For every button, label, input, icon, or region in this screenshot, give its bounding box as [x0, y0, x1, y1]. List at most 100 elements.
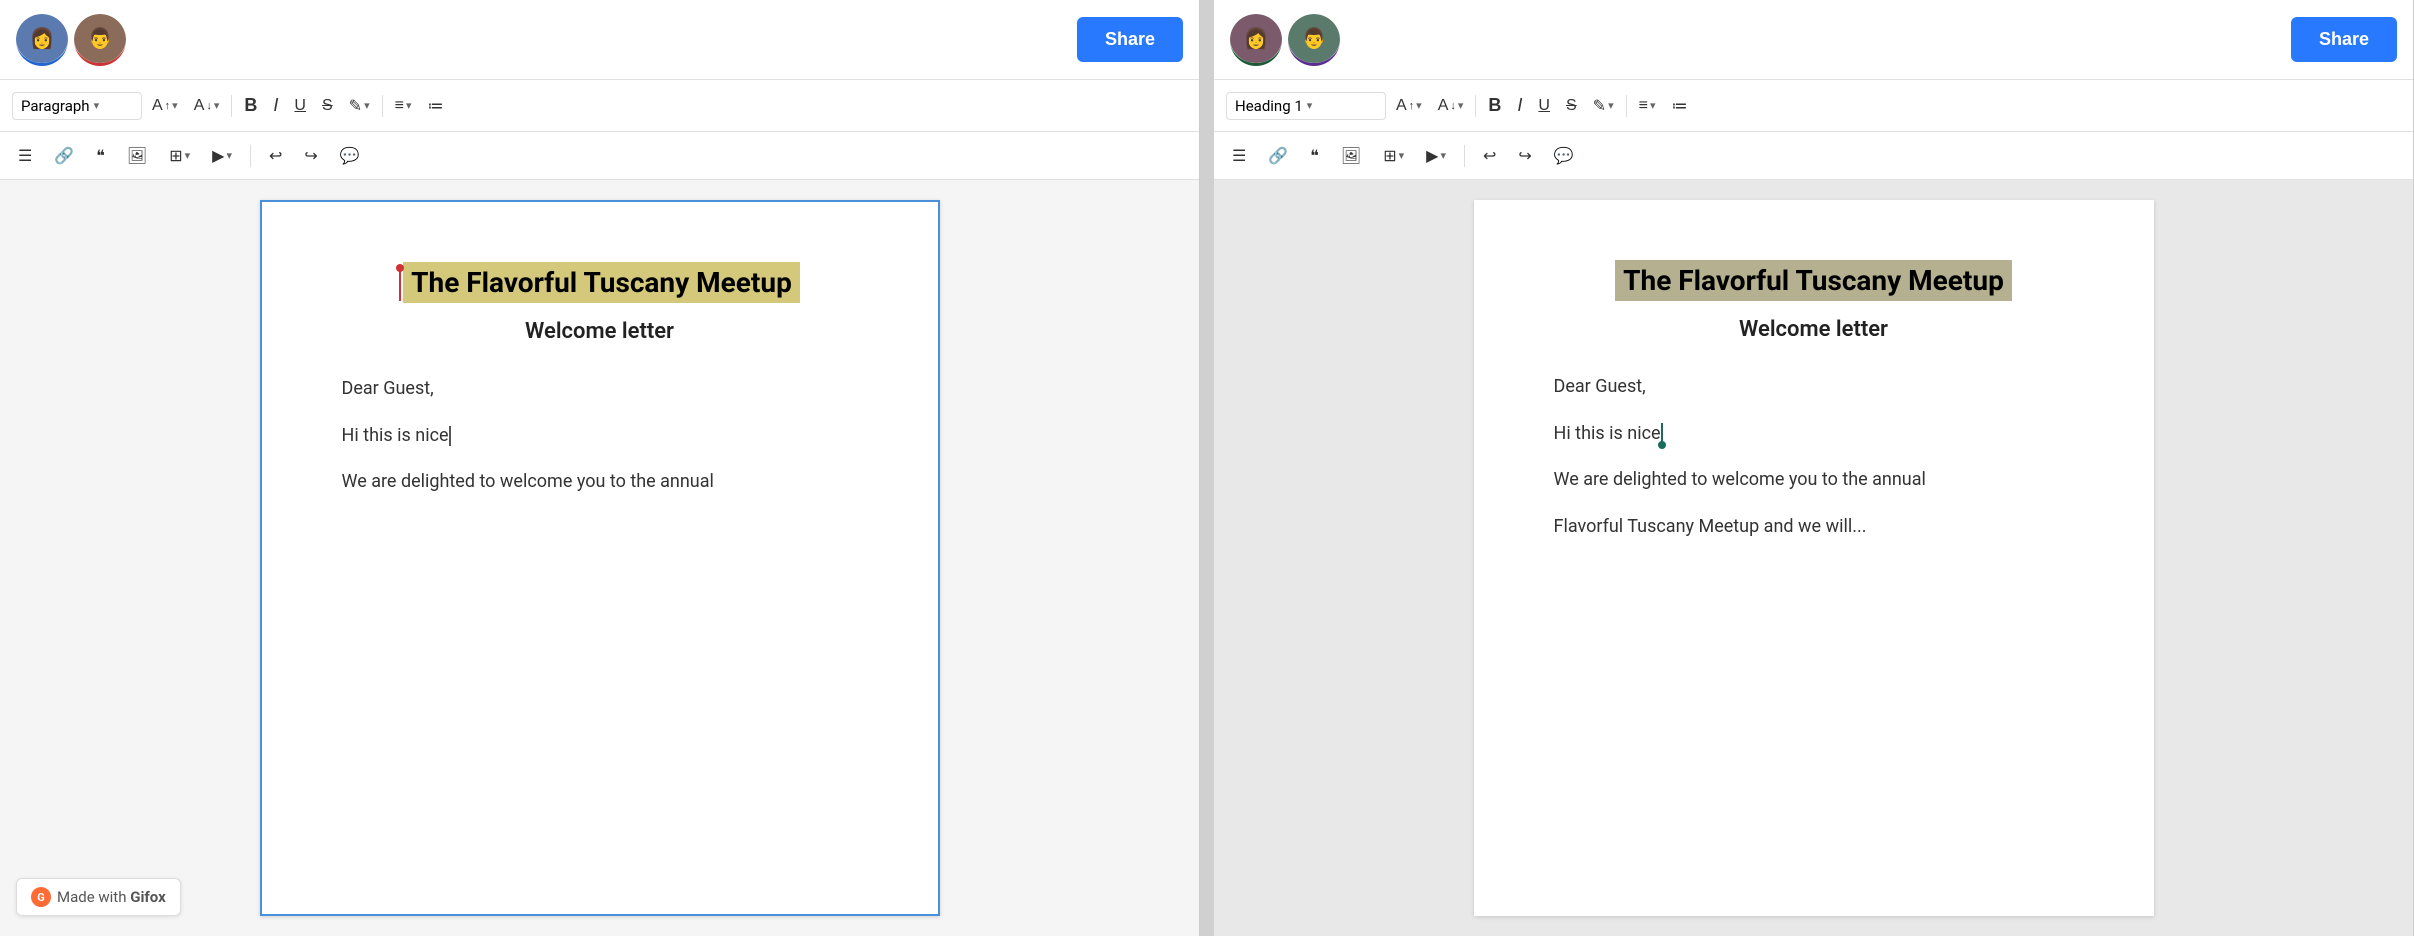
right-comment-button[interactable]: 💬 [1548, 142, 1580, 170]
chevron-icon3: ▾ [364, 99, 370, 112]
right-bold-button[interactable]: B [1482, 91, 1507, 120]
avatar-user3: 👩 [1230, 14, 1282, 66]
list-ordered-icon: ≔ [427, 96, 443, 116]
left-document[interactable]: The Flavorful Tuscany Meetup Welcome let… [260, 200, 940, 916]
chevron-icon: ▾ [172, 99, 178, 112]
left-editor-panel: 👩 👨 Share Paragraph ▾ A ↑ ▾ A ↓ ▾ B I U … [0, 0, 1200, 936]
redo-button[interactable]: ↪ [298, 142, 323, 170]
right-editor-content[interactable]: The Flavorful Tuscany Meetup Welcome let… [1214, 180, 2413, 936]
cursor-red [399, 268, 401, 302]
bold-button[interactable]: B [238, 91, 263, 120]
font-size-up-button[interactable]: A ↑ ▾ [146, 93, 184, 119]
right-font-size-up-button[interactable]: A ↑ ▾ [1390, 93, 1428, 119]
cursor-teal [1661, 423, 1663, 445]
table-icon: ⊞ [169, 146, 182, 166]
right-undo-button[interactable]: ↩ [1477, 142, 1502, 170]
table-button[interactable]: ⊞ ▾ [163, 142, 196, 170]
right-top-toolbar: 👩 👨 Share [1214, 0, 2413, 80]
divider-3 [250, 145, 251, 167]
media-button[interactable]: ▶ ▾ [206, 142, 238, 170]
chevron-icon6: ▾ [226, 149, 232, 162]
right-highlight-button[interactable]: ✎ ▾ [1587, 92, 1620, 120]
comment-button[interactable]: 💬 [334, 142, 366, 170]
right-table-button[interactable]: ⊞ ▾ [1377, 142, 1410, 170]
left-share-button[interactable]: Share [1077, 17, 1183, 62]
image-icon: 🖼 [127, 146, 147, 166]
strikethrough-button[interactable]: S [316, 93, 339, 119]
right-chevron-icon: ▾ [1416, 99, 1422, 112]
left-format-toolbar: Paragraph ▾ A ↑ ▾ A ↓ ▾ B I U S ✎ ▾ ≡ ▾ … [0, 80, 1199, 132]
right-redo-icon: ↪ [1518, 146, 1531, 166]
left-editor-content[interactable]: The Flavorful Tuscany Meetup Welcome let… [0, 180, 1199, 936]
avatar-user1: 👩 [16, 14, 68, 66]
italic-button[interactable]: I [267, 91, 284, 120]
right-align-button[interactable]: ≡ ▾ [1633, 93, 1662, 119]
chevron-icon5: ▾ [185, 149, 191, 162]
left-top-toolbar: 👩 👨 Share [0, 0, 1199, 80]
style-select-label: Paragraph [21, 97, 90, 115]
undo-button[interactable]: ↩ [263, 142, 288, 170]
left-heading-text: The Flavorful Tuscany Meetup [403, 262, 800, 303]
left-extra-toolbar: ☰ 🔗 ❝ 🖼 ⊞ ▾ ▶ ▾ ↩ ↪ 💬 [0, 132, 1199, 180]
media-icon: ▶ [212, 146, 224, 166]
right-list-ordered-button[interactable]: ≔ [1665, 92, 1693, 120]
redo-icon: ↪ [304, 146, 317, 166]
avatar-img-1: 👩 [16, 14, 68, 63]
right-doc-body[interactable]: Dear Guest, Hi this is nice We are delig… [1554, 372, 2074, 542]
right-image-button[interactable]: 🖼 [1335, 142, 1367, 170]
right-doc-subtitle: Welcome letter [1554, 317, 2074, 342]
align-button[interactable]: ≡ ▾ [389, 93, 418, 119]
right-media-button[interactable]: ▶ ▾ [1420, 142, 1452, 170]
right-para-2: Hi this is nice [1554, 419, 2074, 450]
right-share-button[interactable]: Share [2291, 17, 2397, 62]
right-chevron-icon6: ▾ [1440, 149, 1446, 162]
avatar-user4: 👨 [1288, 14, 1340, 66]
blockquote-icon: ❝ [96, 146, 105, 166]
align-icon: ≡ [395, 97, 404, 115]
right-font-size-down-button[interactable]: A ↓ ▾ [1432, 93, 1470, 119]
right-chevron-icon5: ▾ [1399, 149, 1405, 162]
left-style-select[interactable]: Paragraph ▾ [12, 92, 142, 120]
font-size-up-label: A [152, 97, 163, 115]
link-button[interactable]: 🔗 [48, 142, 80, 170]
bullet-list-button[interactable]: ☰ [12, 142, 38, 170]
avatar-img-2: 👨 [74, 14, 126, 63]
right-para-3: We are delighted to welcome you to the a… [1554, 465, 2074, 496]
image-button[interactable]: 🖼 [121, 142, 153, 170]
list-ordered-button[interactable]: ≔ [421, 92, 449, 120]
right-document[interactable]: The Flavorful Tuscany Meetup Welcome let… [1474, 200, 2154, 916]
chevron-icon2: ▾ [214, 99, 220, 112]
right-bullet-list-icon: ☰ [1232, 146, 1246, 166]
left-para-3: We are delighted to welcome you to the a… [342, 467, 858, 498]
text-cursor [449, 426, 451, 446]
left-doc-body[interactable]: Dear Guest, Hi this is nice We are delig… [342, 374, 858, 498]
right-list-ordered-icon: ≔ [1671, 96, 1687, 116]
right-italic-button[interactable]: I [1511, 91, 1528, 120]
right-redo-button[interactable]: ↪ [1512, 142, 1537, 170]
right-link-button[interactable]: 🔗 [1262, 142, 1294, 170]
right-bullet-list-button[interactable]: ☰ [1226, 142, 1252, 170]
chevron-icon4: ▾ [406, 99, 412, 112]
font-size-down-button[interactable]: A ↓ ▾ [188, 93, 226, 119]
blockquote-button[interactable]: ❝ [90, 142, 111, 170]
right-blockquote-button[interactable]: ❝ [1304, 142, 1325, 170]
highlight-button[interactable]: ✎ ▾ [343, 92, 376, 120]
underline-button[interactable]: U [288, 93, 312, 119]
avatar-user2: 👨 [74, 14, 126, 66]
right-table-icon: ⊞ [1383, 146, 1396, 166]
right-style-select[interactable]: Heading 1 ▾ [1226, 92, 1386, 120]
left-doc-subtitle: Welcome letter [342, 319, 858, 344]
right-format-toolbar: Heading 1 ▾ A ↑ ▾ A ↓ ▾ B I U S ✎ ▾ ≡ ▾ … [1214, 80, 2413, 132]
avatar-img-4: 👨 [1288, 14, 1340, 63]
font-size-down-label: A [194, 97, 205, 115]
right-heading-text: The Flavorful Tuscany Meetup [1615, 260, 2012, 301]
right-strikethrough-button[interactable]: S [1560, 93, 1583, 119]
right-doc-heading: The Flavorful Tuscany Meetup [1554, 260, 2074, 301]
right-divider-2 [1626, 95, 1627, 117]
divider-1 [231, 95, 232, 117]
bullet-list-icon: ☰ [18, 146, 32, 166]
gifox-logo: G [31, 887, 51, 907]
left-doc-heading: The Flavorful Tuscany Meetup [342, 262, 858, 303]
comment-icon: 💬 [340, 146, 360, 166]
right-underline-button[interactable]: U [1532, 93, 1556, 119]
